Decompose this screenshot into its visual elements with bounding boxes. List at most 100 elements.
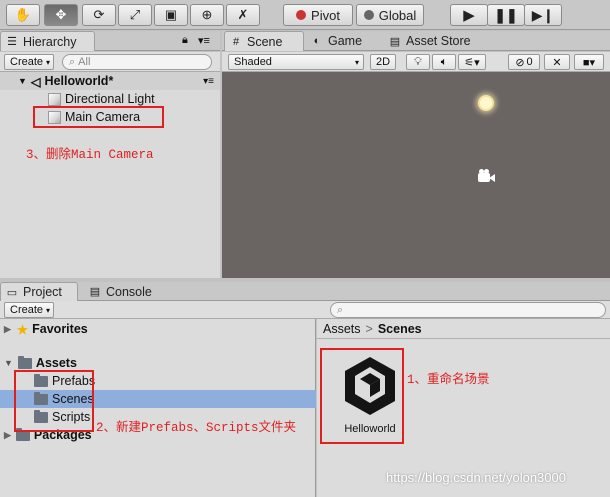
tab-scene-label: Scene bbox=[247, 34, 283, 49]
tab-console[interactable]: ▤ Console bbox=[84, 282, 174, 301]
sun-light-icon[interactable] bbox=[475, 92, 497, 114]
tab-game[interactable]: ◐ Game bbox=[306, 31, 386, 51]
pause-icon: ❚❚ bbox=[494, 6, 518, 23]
speaker-icon: 🔈︎ bbox=[440, 55, 448, 68]
hierarchy-search-input[interactable]: ⌕ All bbox=[62, 54, 212, 70]
expand-arrow-icon: ▼ bbox=[18, 76, 27, 86]
shading-label: Shaded bbox=[234, 56, 272, 68]
lighting-toggle[interactable]: 💡︎ bbox=[406, 54, 430, 70]
pivot-toggle[interactable]: Pivot bbox=[283, 4, 353, 26]
gameobject-icon bbox=[48, 92, 61, 106]
tab-asset-store[interactable]: ▤ Asset Store bbox=[384, 31, 494, 51]
tab-project-label: Project bbox=[23, 285, 62, 299]
project-subbar: Create ▾ ⌕ bbox=[0, 301, 610, 319]
shading-dropdown[interactable]: Shaded ▾ bbox=[228, 54, 364, 70]
eye-hidden-icon: ⊘ bbox=[515, 56, 525, 69]
2d-toggle[interactable]: 2D bbox=[370, 54, 396, 70]
transform-tool-button[interactable]: ⊕ bbox=[190, 4, 224, 26]
annotation-step3: 3、删除Main Camera bbox=[26, 148, 154, 162]
scene-tabbar: # Scene ◐ Game ▤ Asset Store bbox=[222, 31, 610, 51]
pivot-icon bbox=[296, 10, 307, 20]
global-toggle[interactable]: Global bbox=[356, 4, 424, 26]
tab-scene[interactable]: # Scene bbox=[224, 31, 304, 51]
search-placeholder: All bbox=[78, 56, 91, 68]
pause-button[interactable]: ❚❚ bbox=[487, 4, 525, 26]
tab-hierarchy-label: Hierarchy bbox=[23, 34, 77, 49]
scene-viewport[interactable] bbox=[222, 72, 610, 278]
main-toolbar: ✋ ✥ ⟳ ⤢ ▣ ⊕ ✗ Pivot Global ▶ ❚❚ ▶❙ bbox=[0, 0, 610, 30]
unity-scene-icon: ◁ bbox=[30, 74, 41, 89]
scale-icon: ⤢ bbox=[129, 7, 141, 22]
move-tool-button[interactable]: ✥ bbox=[44, 4, 78, 26]
global-label: Global bbox=[378, 7, 417, 23]
hierarchy-create-button[interactable]: Create ▾ bbox=[4, 54, 54, 70]
search-icon: ⌕ bbox=[337, 303, 344, 316]
favorites-label: Favorites bbox=[32, 322, 88, 336]
effects-dropdown[interactable]: ⚟▾ bbox=[458, 54, 486, 70]
annotation-step1: 1、重命名场景 bbox=[407, 373, 490, 387]
audio-toggle[interactable]: 🔈︎ bbox=[432, 54, 456, 70]
scene-menu-icon[interactable]: ▾≡ bbox=[203, 76, 214, 87]
breadcrumb-assets[interactable]: Assets bbox=[323, 322, 361, 336]
step-icon: ▶❙ bbox=[531, 6, 555, 23]
grid-icon: # bbox=[232, 35, 240, 48]
watermark: https://blog.csdn.net/yolon3000 bbox=[386, 470, 566, 485]
rotate-icon: ⟳ bbox=[93, 7, 105, 22]
lightbulb-icon: 💡︎ bbox=[414, 55, 422, 68]
camera-dropdown[interactable]: ■▾ bbox=[574, 54, 604, 70]
pivot-label: Pivot bbox=[311, 7, 340, 23]
chevron-right-icon: > bbox=[365, 321, 373, 336]
annotation-step2: 2、新建Prefabs、Scripts文件夹 bbox=[96, 421, 297, 435]
tools-cross-icon: ✕ bbox=[552, 56, 562, 69]
tools-icon: ✗ bbox=[237, 7, 249, 22]
tools-toggle[interactable]: ✕ bbox=[544, 54, 570, 70]
folder-tab-icon: ▭ bbox=[6, 286, 18, 299]
tab-hierarchy[interactable]: ☰ Hierarchy bbox=[0, 31, 95, 51]
lock-icon[interactable]: 🔒︎ bbox=[182, 34, 188, 47]
scene-toolbar: Shaded ▾ 2D 💡︎ 🔈︎ ⚟▾ ⊘ 0 ✕ ■▾ bbox=[222, 52, 610, 72]
annotation-box-folders bbox=[14, 370, 94, 432]
breadcrumb-scenes[interactable]: Scenes bbox=[378, 322, 422, 336]
scale-tool-button[interactable]: ⤢ bbox=[118, 4, 152, 26]
scene-name: Helloworld* bbox=[44, 74, 114, 88]
move-icon: ✥ bbox=[55, 7, 67, 22]
project-search-input[interactable]: ⌕ bbox=[330, 302, 606, 318]
custom-tool-button[interactable]: ✗ bbox=[226, 4, 260, 26]
hierarchy-tree: ▼ ◁ Helloworld* ▾≡ Directional Light Mai… bbox=[0, 72, 220, 278]
play-icon: ▶ bbox=[463, 7, 475, 24]
folder-icon bbox=[17, 355, 32, 369]
item-label: Directional Light bbox=[65, 92, 155, 106]
star-icon: ★ bbox=[16, 322, 29, 337]
play-button[interactable]: ▶ bbox=[450, 4, 488, 26]
create-label: Create bbox=[10, 304, 44, 316]
video-camera-icon: ■▾ bbox=[582, 56, 596, 69]
panel-menu-icon[interactable]: ▾≡ bbox=[198, 34, 210, 47]
rotate-tool-button[interactable]: ⟳ bbox=[82, 4, 116, 26]
store-bag-icon: ▤ bbox=[389, 35, 401, 48]
scene-root-row[interactable]: ▼ ◁ Helloworld* ▾≡ bbox=[0, 72, 220, 90]
2d-label: 2D bbox=[375, 56, 391, 68]
tab-game-label: Game bbox=[328, 34, 363, 48]
tab-project[interactable]: ▭ Project bbox=[0, 282, 78, 301]
rect-tool-button[interactable]: ▣ bbox=[154, 4, 188, 26]
collapsed-arrow-icon: ▶ bbox=[4, 323, 11, 334]
step-button[interactable]: ▶❙ bbox=[524, 4, 562, 26]
transform-icon: ⊕ bbox=[201, 7, 213, 22]
hierarchy-subbar: Create ▾ ⌕ All bbox=[0, 52, 220, 72]
rect-icon: ▣ bbox=[164, 7, 178, 22]
hidden-objects-toggle[interactable]: ⊘ 0 bbox=[508, 54, 540, 70]
tree-item-favorites[interactable]: ▶ ★ Favorites bbox=[0, 320, 316, 338]
effects-icon: ⚟▾ bbox=[464, 56, 480, 69]
assets-label: Assets bbox=[35, 356, 77, 370]
hierarchy-tabbar: ☰ Hierarchy 🔒︎ ▾≡ bbox=[0, 31, 220, 51]
project-tabbar: ▭ Project ▤ Console bbox=[0, 282, 610, 301]
camera-gizmo-icon[interactable] bbox=[478, 169, 496, 183]
annotation-box-main-camera bbox=[33, 106, 164, 128]
create-label: Create bbox=[10, 56, 44, 68]
project-create-button[interactable]: Create ▾ bbox=[4, 302, 54, 318]
global-icon bbox=[363, 10, 374, 20]
tab-console-label: Console bbox=[106, 284, 152, 299]
collapsed-arrow-icon: ▶ bbox=[4, 429, 11, 440]
hand-tool-button[interactable]: ✋ bbox=[6, 4, 40, 26]
pacman-icon: ◐ bbox=[313, 35, 321, 47]
